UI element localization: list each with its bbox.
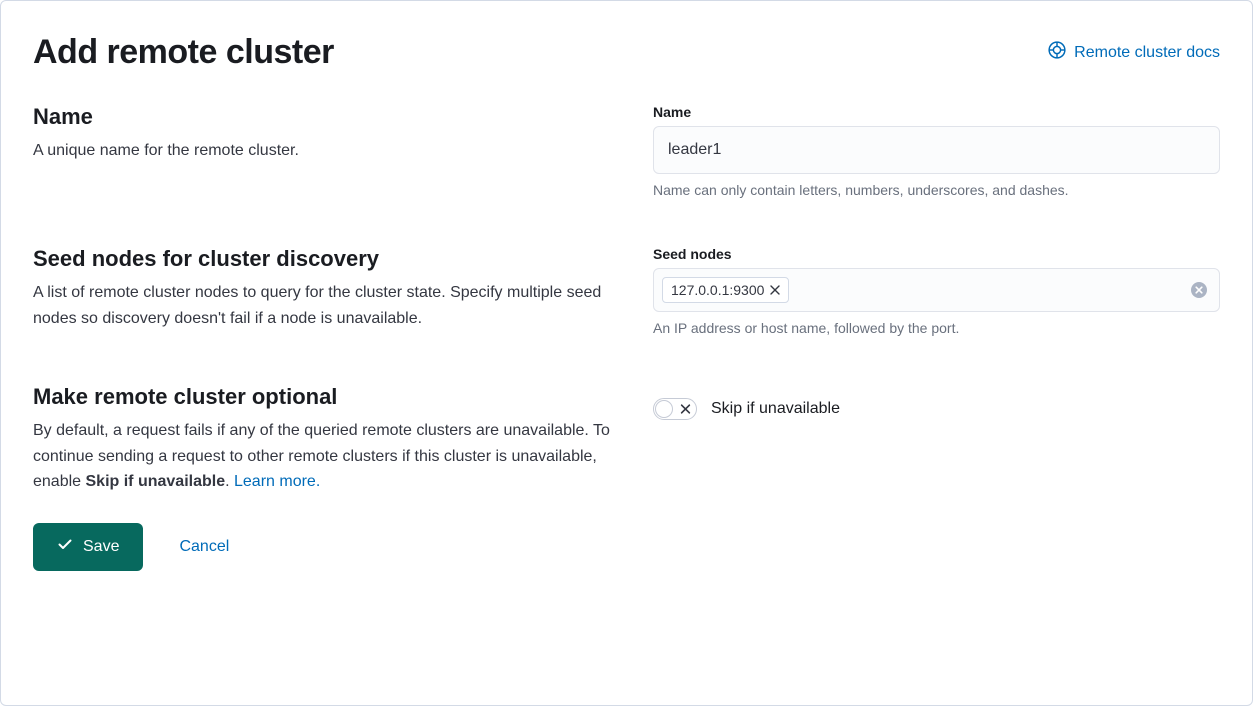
optional-section: Make remote cluster optional By default,… xyxy=(33,384,1220,495)
seed-nodes-section-description: A list of remote cluster nodes to query … xyxy=(33,280,613,331)
name-section: Name A unique name for the remote cluste… xyxy=(33,104,1220,198)
seed-node-pill: 127.0.0.1:9300 xyxy=(662,277,789,303)
docs-link-label: Remote cluster docs xyxy=(1074,44,1220,62)
header: Add remote cluster Remote cluster docs xyxy=(33,33,1220,72)
toggle-label: Skip if unavailable xyxy=(711,400,840,418)
skip-if-unavailable-toggle[interactable] xyxy=(653,398,697,420)
page-title: Add remote cluster xyxy=(33,33,334,72)
optional-section-title: Make remote cluster optional xyxy=(33,384,613,410)
add-remote-cluster-panel: Add remote cluster Remote cluster docs N… xyxy=(0,0,1253,706)
remove-pill-icon[interactable] xyxy=(770,285,780,295)
toggle-thumb xyxy=(655,400,673,418)
name-section-title: Name xyxy=(33,104,613,130)
remote-cluster-docs-link[interactable]: Remote cluster docs xyxy=(1048,41,1220,64)
close-icon xyxy=(680,404,691,415)
seed-nodes-combobox[interactable]: 127.0.0.1:9300 xyxy=(653,268,1220,312)
optional-section-description: By default, a request fails if any of th… xyxy=(33,418,613,495)
check-icon xyxy=(57,536,73,557)
seed-nodes-field-label: Seed nodes xyxy=(653,246,1220,262)
name-help-text: Name can only contain letters, numbers, … xyxy=(653,182,1220,198)
cancel-button[interactable]: Cancel xyxy=(179,538,229,556)
help-icon xyxy=(1048,41,1066,64)
seed-nodes-section: Seed nodes for cluster discovery A list … xyxy=(33,246,1220,336)
save-button[interactable]: Save xyxy=(33,523,143,571)
name-field-label: Name xyxy=(653,104,1220,120)
name-input[interactable] xyxy=(653,126,1220,174)
learn-more-link[interactable]: Learn more. xyxy=(234,473,320,490)
name-section-description: A unique name for the remote cluster. xyxy=(33,138,613,164)
clear-all-icon[interactable] xyxy=(1191,282,1211,298)
seed-nodes-section-title: Seed nodes for cluster discovery xyxy=(33,246,613,272)
form-actions: Save Cancel xyxy=(33,523,1220,571)
seed-node-pill-label: 127.0.0.1:9300 xyxy=(671,282,764,298)
seed-nodes-help-text: An IP address or host name, followed by … xyxy=(653,320,1220,336)
save-button-label: Save xyxy=(83,538,119,556)
